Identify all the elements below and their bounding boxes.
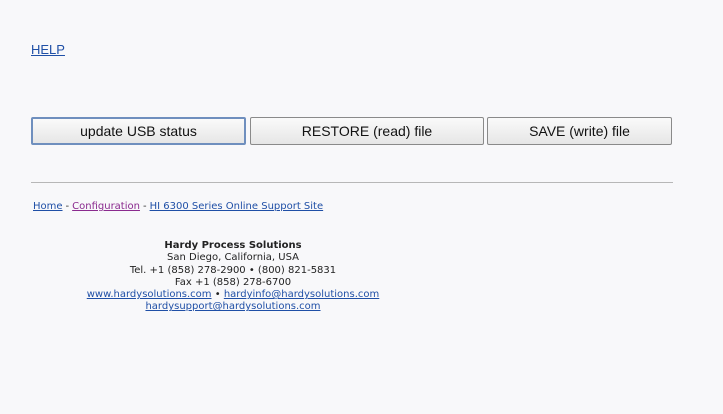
restore-file-button[interactable]: RESTORE (read) file (250, 117, 484, 145)
save-file-button[interactable]: SAVE (write) file (487, 117, 672, 145)
info-email-link[interactable]: hardyinfo@hardysolutions.com (224, 289, 379, 300)
support-site-link[interactable]: HI 6300 Series Online Support Site (150, 201, 324, 212)
configuration-link[interactable]: Configuration (72, 201, 140, 212)
web-and-email-row: www.hardysolutions.com • hardyinfo@hardy… (33, 289, 433, 301)
link-separator: - (142, 201, 147, 212)
bullet-separator: • (214, 289, 221, 301)
link-separator: - (65, 201, 70, 212)
divider (31, 182, 673, 183)
update-usb-status-button[interactable]: update USB status (31, 117, 246, 145)
support-email-link[interactable]: hardysupport@hardysolutions.com (145, 301, 320, 312)
contact-block: Hardy Process Solutions San Diego, Calif… (33, 240, 433, 314)
company-name: Hardy Process Solutions (164, 240, 302, 251)
footer-links: Home - Configuration - HI 6300 Series Online… (33, 201, 323, 212)
website-link[interactable]: www.hardysolutions.com (87, 289, 212, 300)
telephone-numbers: Tel. +1 (858) 278-2900 • (800) 821-5831 (129, 264, 337, 276)
support-email-row: hardysupport@hardysolutions.com (33, 301, 433, 313)
home-link[interactable]: Home (33, 201, 63, 212)
help-link[interactable]: HELP (31, 42, 65, 57)
page: HELP update USB status RESTORE (read) fi… (0, 0, 723, 414)
fax-number: Fax +1 (858) 278-6700 (174, 276, 292, 288)
company-location: San Diego, California, USA (167, 252, 299, 264)
